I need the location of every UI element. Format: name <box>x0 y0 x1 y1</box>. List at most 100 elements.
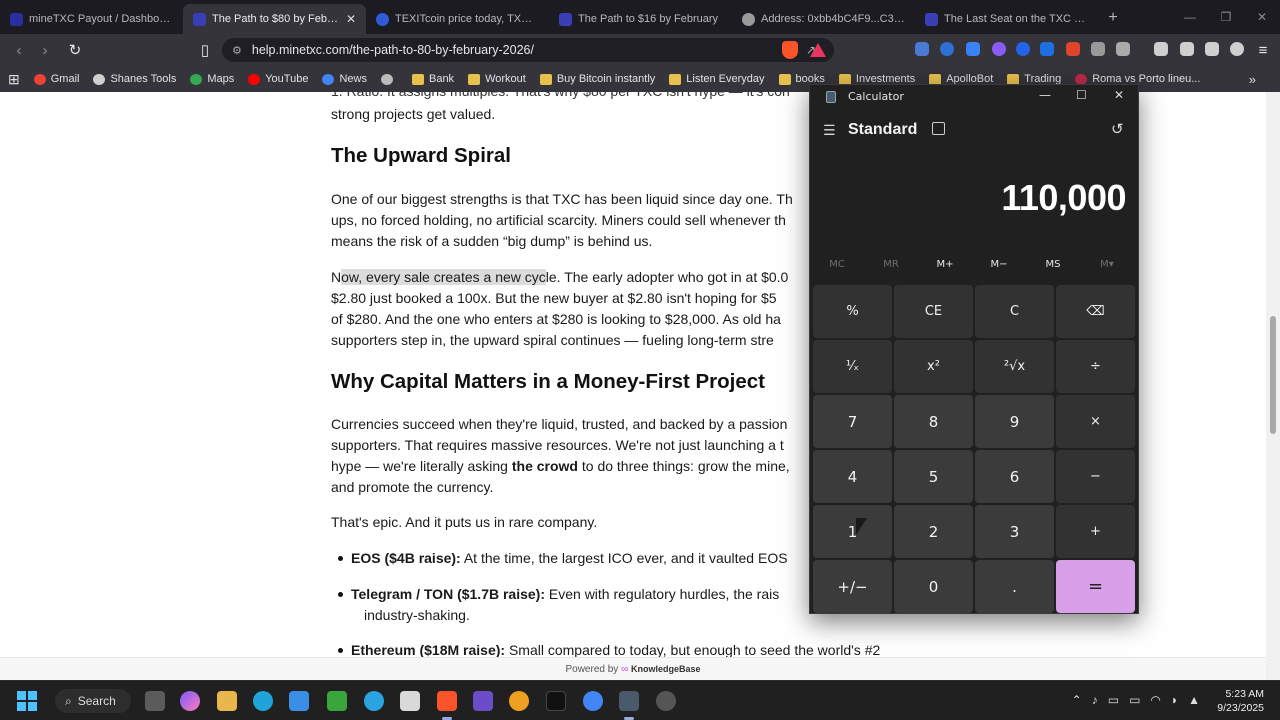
screenshot-icon[interactable] <box>1116 42 1130 56</box>
bookmark-item[interactable]: News <box>322 73 367 85</box>
calculator-key[interactable]: 3 <box>975 505 1054 558</box>
xbox-icon[interactable] <box>327 691 347 711</box>
tab-path-to-16[interactable]: The Path to $16 by February <box>549 4 732 34</box>
calculator-key[interactable]: ²√x <box>975 340 1054 393</box>
extension-icon[interactable] <box>1040 42 1054 56</box>
memory-button[interactable]: M− <box>972 259 1026 270</box>
tab-close-icon[interactable]: ✕ <box>346 12 356 26</box>
calculator-key[interactable]: 4 <box>813 450 892 503</box>
calculator-key[interactable]: = <box>1056 560 1135 613</box>
tab-last-seat[interactable]: The Last Seat on the TXC Rocke <box>915 4 1098 34</box>
bookmark-item[interactable]: YouTube <box>248 73 308 85</box>
scrollbar-thumb[interactable] <box>1270 316 1276 434</box>
bookmark-item[interactable]: Workout <box>468 73 526 85</box>
tab-path-to-80[interactable]: The Path to $80 by February ✕ <box>183 4 366 34</box>
bookmark-item[interactable]: Listen Everyday <box>669 73 765 85</box>
maximize-icon[interactable]: ❐ <box>1208 0 1244 34</box>
calculator-key[interactable]: 9 <box>975 395 1054 448</box>
site-info-icon[interactable]: ⚙ <box>232 44 242 57</box>
sidebar-icon[interactable] <box>1154 42 1168 56</box>
extension-icon[interactable] <box>1066 42 1080 56</box>
forward-icon[interactable]: › <box>32 42 58 59</box>
memory-button[interactable]: M▾ <box>1080 259 1134 270</box>
footer-brand[interactable]: KnowledgeBase <box>631 664 701 674</box>
minimize-icon[interactable]: — <box>1172 0 1208 34</box>
calculator-key[interactable]: x² <box>894 340 973 393</box>
microsoft-store-icon[interactable] <box>289 691 309 711</box>
calculator-key[interactable]: % <box>813 285 892 338</box>
app-icon[interactable] <box>509 691 529 711</box>
calculator-key[interactable]: 1 <box>813 505 892 558</box>
calculator-key[interactable]: × <box>1056 395 1135 448</box>
extension-icon[interactable] <box>966 42 980 56</box>
copilot-icon[interactable] <box>180 691 200 711</box>
bookmark-item[interactable]: Bank <box>411 73 454 85</box>
calculator-taskbar-icon[interactable] <box>619 691 639 711</box>
notepad-icon[interactable] <box>400 691 420 711</box>
new-tab-button[interactable]: + <box>1098 4 1128 34</box>
extension-icon[interactable] <box>1016 42 1030 56</box>
chrome-icon[interactable] <box>583 691 603 711</box>
edge-icon[interactable] <box>253 691 273 711</box>
memory-button[interactable]: MR <box>864 259 918 270</box>
brave-shields-icon[interactable] <box>782 41 798 59</box>
tiktok-icon[interactable] <box>546 691 566 711</box>
extension-icon[interactable] <box>992 42 1006 56</box>
calculator-key[interactable]: − <box>1056 450 1135 503</box>
file-explorer-icon[interactable] <box>217 691 237 711</box>
maximize-icon[interactable]: ☐ <box>1076 88 1087 102</box>
close-icon[interactable]: ✕ <box>1114 88 1124 102</box>
back-icon[interactable]: ‹ <box>6 42 32 59</box>
extensions-puzzle-icon[interactable] <box>1091 42 1105 56</box>
apps-grid-icon[interactable]: ⊞ <box>8 71 20 88</box>
calculator-key[interactable]: ⌫ <box>1056 285 1135 338</box>
tab-address[interactable]: Address: 0xbb4bC4F9...C3578D <box>732 4 915 34</box>
more-bookmarks-icon[interactable]: » <box>1249 72 1256 87</box>
history-icon[interactable]: ↺ <box>1111 120 1124 138</box>
calculator-key[interactable]: C <box>975 285 1054 338</box>
keep-on-top-icon[interactable] <box>932 122 945 135</box>
bookmark-item[interactable] <box>380 73 398 85</box>
memory-button[interactable]: MS <box>1026 259 1080 270</box>
taskbar-search[interactable]: ⌕ Search <box>55 689 131 713</box>
extension-icon[interactable] <box>915 42 929 56</box>
memory-button[interactable]: MC <box>810 259 864 270</box>
leo-icon[interactable] <box>1205 42 1219 56</box>
settings-icon[interactable] <box>656 691 676 711</box>
system-tray[interactable]: ⌃♪▭▭◠◗▲ <box>1072 693 1210 707</box>
calculator-key[interactable]: CE <box>894 285 973 338</box>
extension-icon[interactable] <box>940 42 954 56</box>
taskbar-clock[interactable]: 5:23 AM 9/23/2025 <box>1217 687 1264 715</box>
calculator-key[interactable]: 5 <box>894 450 973 503</box>
hamburger-menu-icon[interactable]: ☰ <box>823 123 836 139</box>
tab-texitcoin-price[interactable]: TEXITcoin price today, TXC to U <box>366 4 549 34</box>
reload-icon[interactable]: ↻ <box>62 41 88 59</box>
calculator-key[interactable]: . <box>975 560 1054 613</box>
memory-button[interactable]: M+ <box>918 259 972 270</box>
brave-icon[interactable] <box>437 691 457 711</box>
calculator-key[interactable]: 6 <box>975 450 1054 503</box>
menu-icon[interactable]: ≡ <box>1250 42 1276 59</box>
calculator-key[interactable]: 0 <box>894 560 973 613</box>
start-button-icon[interactable] <box>17 691 37 711</box>
calculator-key[interactable]: 7 <box>813 395 892 448</box>
brave-rewards-icon[interactable] <box>810 43 826 57</box>
vpn-icon[interactable] <box>1230 42 1244 56</box>
task-view-icon[interactable] <box>145 691 165 711</box>
wallet-icon[interactable] <box>1180 42 1194 56</box>
bookmark-item[interactable]: Maps <box>190 73 234 85</box>
bookmark-icon[interactable]: ▯ <box>192 41 218 59</box>
calculator-key[interactable]: ÷ <box>1056 340 1135 393</box>
calculator-key[interactable]: + <box>1056 505 1135 558</box>
app-icon[interactable] <box>473 691 493 711</box>
bookmark-item[interactable]: Buy Bitcoin instantly <box>539 73 655 85</box>
tab-payout-dashboard[interactable]: mineTXC Payout / Dashboard <box>0 4 183 34</box>
selected-text[interactable]: ow, every sale creates a new cyc <box>341 269 546 285</box>
calculator-key[interactable]: 2 <box>894 505 973 558</box>
bookmark-item[interactable]: Shanes Tools <box>93 73 176 85</box>
calculator-key[interactable]: 8 <box>894 395 973 448</box>
close-icon[interactable]: ✕ <box>1244 0 1280 34</box>
bookmark-item[interactable]: Gmail <box>33 73 79 85</box>
calculator-key[interactable]: ¹⁄ₓ <box>813 340 892 393</box>
minimize-icon[interactable]: — <box>1039 88 1051 102</box>
